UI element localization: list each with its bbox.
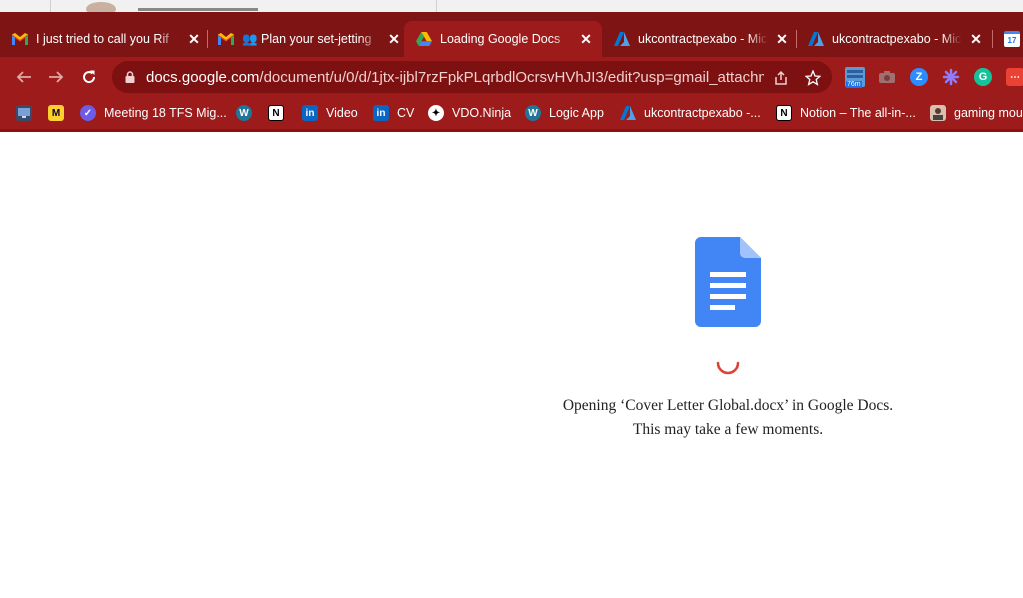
close-icon[interactable]: ✕ [386,31,402,47]
avatar-icon [930,105,946,121]
bookmark-cv[interactable]: in CV [373,103,414,123]
bookmark-gaming-mouse[interactable]: gaming mou [930,103,1023,123]
tab-title: ukcontractpexabo - Mic [638,32,768,46]
close-icon[interactable]: ✕ [774,31,790,47]
divider [50,0,51,12]
bookmark-miro[interactable]: M [48,103,64,123]
tab-divider [796,30,797,48]
azure-icon [808,31,824,47]
tab-title: ukcontractpexabo - Mic [832,32,962,46]
background-window-title [138,2,268,12]
bookmark-azure[interactable]: ukcontractpexabo -... [620,103,761,123]
browser-toolbar: docs.google.com/document/u/0/d/1jtx-ijbl… [0,57,1023,97]
bookmark-monitor[interactable] [16,103,32,123]
tab-azure-2[interactable]: ukcontractpexabo - Mic ✕ [808,21,984,57]
reload-button[interactable] [77,65,101,89]
bookmark-label: gaming mou [954,106,1023,120]
close-icon[interactable]: ✕ [186,31,202,47]
bookmark-video[interactable]: in Video [302,103,358,123]
grammarly-icon[interactable]: G [972,66,994,88]
bookmark-label: Logic App [549,106,604,120]
tab-loading-google-docs[interactable]: Loading Google Docs ✕ [404,21,602,57]
tab-gmail-call[interactable]: I just tried to call you Rif ✕ [12,21,202,57]
linkedin-icon: in [302,105,318,121]
tab-divider [207,30,208,48]
loading-message-line1: Opening ‘Cover Letter Global.docx’ in Go… [562,397,894,414]
tab-gmail-set-jetting[interactable]: 👥 Plan your set-jetting ✕ [218,21,402,57]
tab-strip: I just tried to call you Rif ✕ 👥 Plan yo… [0,12,1023,57]
tab-title: Loading Google Docs [440,32,561,46]
azure-icon [620,105,636,121]
tab-google-calendar[interactable]: 17 [1004,21,1023,57]
notion-icon: N [776,105,792,121]
timer-badge: 76m [846,81,862,88]
timer-extension-icon[interactable]: 76m [844,66,866,88]
arrow-right-icon [49,71,64,83]
url-text[interactable]: docs.google.com/document/u/0/d/1jtx-ijbl… [146,69,764,86]
lock-icon[interactable] [123,70,137,84]
tab-divider [992,30,993,48]
share-icon[interactable] [772,69,790,87]
avatar [86,2,116,12]
gmail-icon [218,31,234,47]
bookmark-star-icon[interactable] [804,69,822,87]
calendar-icon: 17 [1004,31,1020,47]
bookmark-label: ukcontractpexabo -... [644,106,761,120]
bookmark-label: Video [326,106,358,120]
bookmarks-bar: M ✓ Meeting 18 TFS Mig... W N in Video i… [0,97,1023,129]
bookmark-wordpress[interactable]: W [236,103,252,123]
azure-icon [614,31,630,47]
miro-icon: M [48,105,64,121]
loading-message-line2: This may take a few moments. [632,421,824,438]
tab-azure-1[interactable]: ukcontractpexabo - Mic ✕ [614,21,790,57]
arrow-left-icon [16,71,31,83]
page-content: Opening ‘Cover Letter Global.docx’ in Go… [0,132,1023,598]
bookmark-label: CV [397,106,415,120]
bookmark-label: VDO.Ninja [452,106,512,120]
url-path: /document/u/0/d/1jtx-ijbl7rzFpkPLqrbdlOc… [259,68,764,86]
close-icon[interactable]: ✕ [968,31,984,47]
divider [436,0,437,12]
reload-icon [83,70,96,84]
close-icon[interactable]: ✕ [578,31,594,47]
linkedin-icon: in [373,105,389,121]
bookmark-meeting[interactable]: ✓ Meeting 18 TFS Mig... [80,103,227,123]
notion-icon: N [268,105,284,121]
bookmark-vdo-ninja[interactable]: ✦ VDO.Ninja [428,103,511,123]
bookmark-logic-app[interactable]: W Logic App [525,103,604,123]
bookmark-notion-all-in[interactable]: N Notion – The all-in-... [776,103,916,123]
loading-message: Opening ‘Cover Letter Global.docx’ in Go… [528,394,928,442]
tab-title: I just tried to call you Rif [36,32,169,46]
wordpress-icon: W [525,105,541,121]
wordpress-icon: W [236,105,252,121]
forward-button[interactable] [44,65,68,89]
bookmark-label: Notion – The all-in-... [800,106,916,120]
sparkle-extension-icon[interactable] [940,66,962,88]
tab-title: 👥 Plan your set-jetting [242,31,372,46]
vdo-ninja-icon: ✦ [428,105,444,121]
monitor-icon [16,105,32,121]
bookmark-label: Meeting 18 TFS Mig... [104,106,227,120]
bookmark-notion[interactable]: N [268,103,284,123]
loading-spinner [713,350,743,380]
camera-extension-icon[interactable] [876,66,898,88]
url-host: docs.google.com [146,68,260,86]
calendar-icon: ✓ [80,105,96,121]
address-bar[interactable]: docs.google.com/document/u/0/d/1jtx-ijbl… [112,61,832,93]
google-drive-icon [416,31,432,47]
google-docs-icon [695,237,761,327]
zoom-extension-icon[interactable]: Z [908,66,930,88]
gmail-icon [12,31,28,47]
back-button[interactable] [12,65,36,89]
background-window-strip [0,0,1023,12]
more-extension-icon[interactable]: ⋯ [1004,66,1023,88]
